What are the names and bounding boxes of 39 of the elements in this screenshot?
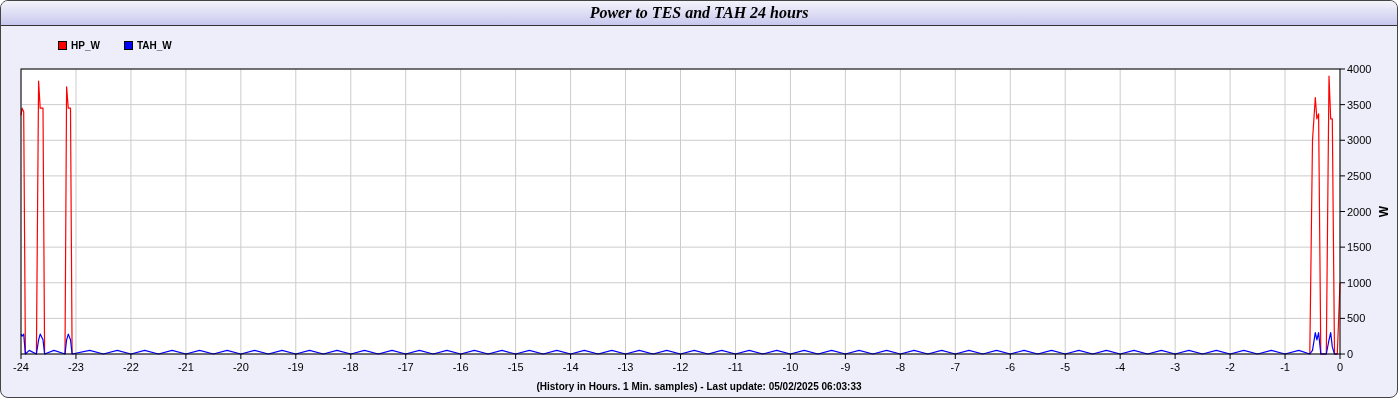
tick-label: -4 — [1115, 361, 1126, 373]
tick-label: 3000 — [1347, 134, 1372, 147]
tick-label: 2000 — [1347, 205, 1372, 218]
tick-label: 0 — [1347, 348, 1354, 360]
tick-label: 3500 — [1347, 98, 1372, 111]
tick-label: -2 — [1225, 361, 1235, 373]
tick-label: -21 — [177, 361, 194, 373]
tick-label: -5 — [1060, 361, 1071, 373]
tick-label: -9 — [840, 361, 851, 373]
tick-label: -6 — [1005, 361, 1016, 373]
tick-label: 2500 — [1347, 169, 1372, 182]
legend-label: HP_W — [71, 39, 100, 51]
tick-label: -3 — [1170, 361, 1180, 373]
tick-label: -11 — [727, 361, 743, 373]
tick-label: 0 — [1336, 361, 1344, 373]
tick-label: -24 — [13, 361, 29, 373]
tick-label: -13 — [617, 361, 634, 373]
axis-label: (History in Hours. 1 Min. samples) - Last update: 05/02/2025 06:03:33 — [536, 381, 862, 392]
axis-label: W — [1377, 205, 1391, 218]
tick-label: -19 — [287, 361, 304, 373]
tick-label: 4000 — [1347, 63, 1372, 75]
chart-title: Power to TES and TAH 24 hours — [589, 4, 809, 22]
tick-label: -18 — [342, 361, 359, 373]
tick-label: -16 — [452, 361, 469, 373]
tick-label: -1 — [1280, 361, 1290, 373]
tick-label: -17 — [397, 361, 414, 373]
tick-label: -22 — [122, 361, 139, 373]
tick-label: -8 — [895, 361, 906, 373]
tick-label: 500 — [1347, 312, 1366, 325]
tick-label: -12 — [672, 361, 689, 373]
tick-label: -23 — [68, 361, 84, 373]
tick-label: 1000 — [1347, 276, 1372, 289]
tick-label: -14 — [562, 361, 579, 373]
tick-label: -20 — [232, 361, 249, 373]
tick-label: -7 — [950, 361, 961, 373]
tick-label: -10 — [782, 361, 799, 373]
legend-label: TAH_W — [136, 39, 172, 51]
tick-label: 1500 — [1347, 241, 1372, 254]
tick-label: -15 — [507, 361, 524, 373]
